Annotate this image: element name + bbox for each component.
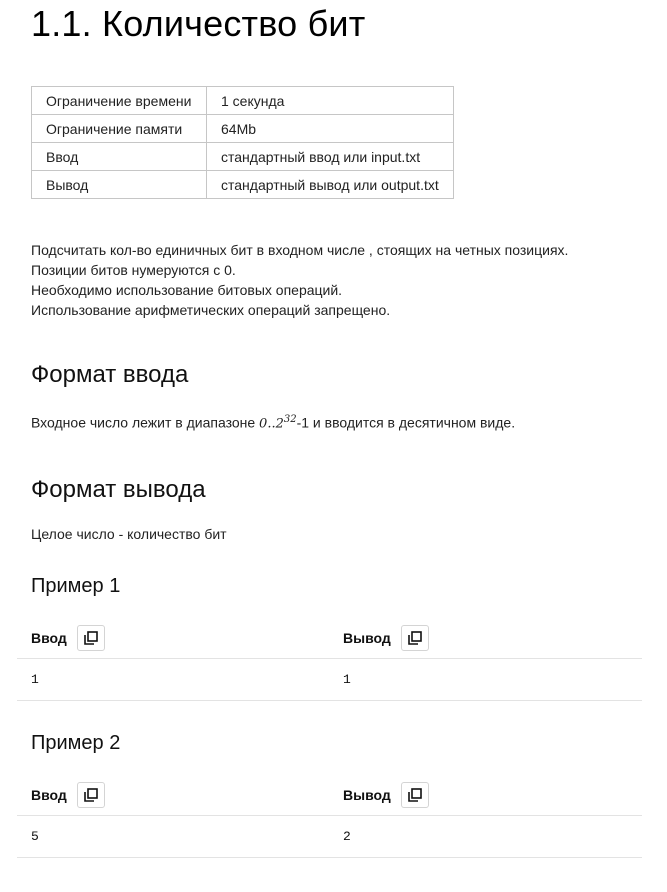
statement-line: Использование арифметических операций за… — [31, 302, 391, 318]
example-output-value: 2 — [343, 829, 351, 844]
statement-line: Позиции битов нумеруются с 0. — [31, 262, 236, 278]
divider — [17, 857, 642, 858]
table-row: Вывод стандартный вывод или output.txt — [31, 170, 454, 199]
example-title: Пример 1 — [31, 575, 121, 597]
copy-input-button[interactable] — [76, 625, 105, 651]
example-input-value: 5 — [31, 829, 39, 844]
divider — [17, 700, 642, 701]
example-input-header: Ввод — [31, 782, 105, 808]
limits-table: Ограничение времени 1 секунда Ограничени… — [31, 86, 454, 199]
limit-value: стандартный вывод или output.txt — [206, 170, 454, 199]
example-input-header: Ввод — [31, 625, 105, 651]
problem-statement: Подсчитать кол-во единичных бит в входно… — [31, 240, 568, 320]
divider — [17, 815, 642, 816]
limit-value: стандартный ввод или input.txt — [206, 142, 454, 171]
limit-key: Ограничение времени — [31, 86, 207, 115]
example-output-label: Вывод — [343, 630, 391, 646]
copy-icon — [407, 631, 422, 645]
example-output-label: Вывод — [343, 787, 391, 803]
table-row: Ограничение памяти 64Mb — [31, 114, 454, 143]
example-output-header: Вывод — [343, 782, 429, 808]
example-input-label: Ввод — [31, 630, 67, 646]
input-format-text: Входное число лежит в диапазоне 0..232-1… — [31, 414, 515, 432]
copy-icon — [83, 788, 98, 802]
output-format-text: Целое число - количество бит — [31, 526, 227, 542]
example-input-label: Ввод — [31, 787, 67, 803]
table-row: Ввод стандартный ввод или input.txt — [31, 142, 454, 171]
example-input-value: 1 — [31, 672, 39, 687]
copy-output-button[interactable] — [400, 782, 429, 808]
input-format-heading: Формат ввода — [31, 361, 189, 388]
example-title: Пример 2 — [31, 732, 121, 754]
copy-icon — [407, 788, 422, 802]
limit-value: 1 секунда — [206, 86, 454, 115]
copy-output-button[interactable] — [400, 625, 429, 651]
limit-key: Вывод — [31, 170, 207, 199]
copy-input-button[interactable] — [76, 782, 105, 808]
limit-key: Ввод — [31, 142, 207, 171]
input-format-text-after: -1 и вводится в десятичном виде. — [296, 414, 516, 431]
table-row: Ограничение времени 1 секунда — [31, 86, 454, 115]
example-output-value: 1 — [343, 672, 351, 687]
limit-key: Ограничение памяти — [31, 114, 207, 143]
math-range: 0..2 — [259, 416, 284, 432]
statement-line: Необходимо использование битовых операци… — [31, 282, 343, 298]
statement-line: Подсчитать кол-во единичных бит в входно… — [31, 242, 569, 258]
output-format-heading: Формат вывода — [31, 476, 206, 503]
limit-value: 64Mb — [206, 114, 454, 143]
divider — [17, 658, 642, 659]
copy-icon — [83, 631, 98, 645]
page-title: 1.1. Количество бит — [31, 3, 366, 44]
input-format-text-before: Входное число лежит в диапазоне — [31, 414, 260, 431]
math-exponent: 32 — [283, 414, 297, 425]
example-output-header: Вывод — [343, 625, 429, 651]
